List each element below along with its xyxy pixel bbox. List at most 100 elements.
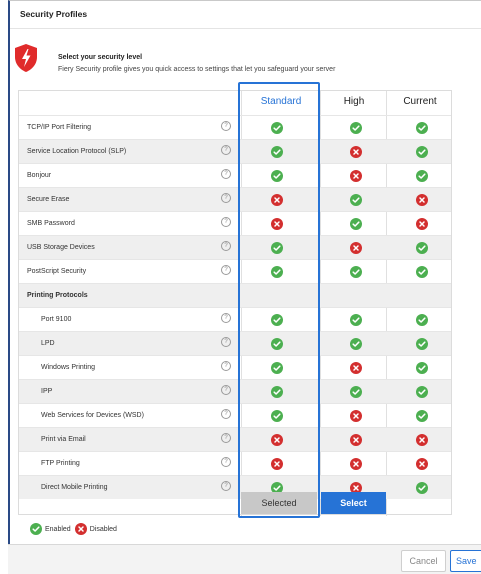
standard-status-cell bbox=[242, 332, 312, 356]
x-circle-icon bbox=[271, 458, 283, 470]
x-circle-icon bbox=[350, 410, 362, 422]
group-label: Printing Protocols bbox=[27, 292, 88, 299]
check-circle-icon bbox=[271, 170, 283, 182]
setting-label: Secure Erase bbox=[27, 196, 70, 203]
setting-label: Direct Mobile Printing bbox=[41, 484, 108, 491]
standard-status-cell bbox=[242, 404, 312, 428]
high-select-button[interactable]: Select bbox=[321, 492, 386, 514]
x-circle-icon bbox=[350, 362, 362, 374]
legend-disabled-label: Disabled bbox=[89, 525, 117, 533]
table-row: SMB Password? bbox=[19, 211, 451, 235]
table-row: PostScript Security? bbox=[19, 259, 451, 283]
setting-label: IPP bbox=[41, 388, 53, 395]
check-circle-icon bbox=[271, 122, 283, 134]
current-status-cell bbox=[387, 428, 457, 452]
intro-description: Fiery Security profile gives you quick a… bbox=[58, 66, 336, 73]
check-circle-icon bbox=[416, 242, 428, 254]
check-circle-icon bbox=[416, 170, 428, 182]
legend-enabled-label: Enabled bbox=[45, 525, 71, 533]
table-row: USB Storage Devices? bbox=[19, 235, 451, 259]
help-circle-icon[interactable]: ? bbox=[221, 409, 231, 419]
help-circle-icon[interactable]: ? bbox=[221, 169, 231, 179]
setting-label: Bonjour bbox=[27, 172, 52, 179]
help-circle-icon[interactable]: ? bbox=[221, 385, 231, 395]
current-status-cell bbox=[387, 164, 457, 188]
check-circle-icon bbox=[416, 482, 428, 494]
current-status-cell bbox=[387, 404, 457, 428]
x-circle-icon bbox=[350, 170, 362, 182]
high-status-cell bbox=[321, 164, 391, 188]
cancel-button[interactable]: Cancel bbox=[401, 550, 446, 572]
help-circle-icon[interactable]: ? bbox=[221, 265, 231, 275]
intro-section: Select your security level Fiery Securit… bbox=[14, 42, 473, 82]
setting-label: Port 9100 bbox=[41, 316, 72, 323]
help-circle-icon[interactable]: ? bbox=[221, 481, 231, 491]
high-status-cell bbox=[321, 452, 391, 476]
check-circle-icon bbox=[416, 410, 428, 422]
check-circle-icon bbox=[271, 410, 283, 422]
check-circle-icon bbox=[271, 386, 283, 398]
legend: Enabled Disabled bbox=[30, 522, 121, 536]
help-circle-icon[interactable]: ? bbox=[221, 193, 231, 203]
current-status-cell bbox=[387, 260, 457, 284]
standard-selected-button[interactable]: Selected bbox=[241, 492, 317, 514]
help-circle-icon[interactable]: ? bbox=[221, 337, 231, 347]
setting-label: Print via Email bbox=[41, 436, 86, 443]
check-circle-icon bbox=[416, 338, 428, 350]
table-group-row: Printing Protocols bbox=[19, 283, 451, 307]
x-circle-icon bbox=[416, 218, 428, 230]
check-circle-icon bbox=[271, 362, 283, 374]
x-circle-icon bbox=[271, 434, 283, 446]
table-row: Web Services for Devices (WSD)? bbox=[19, 403, 451, 427]
column-header-high[interactable]: High bbox=[321, 91, 387, 115]
standard-status-cell bbox=[242, 116, 312, 140]
help-circle-icon[interactable]: ? bbox=[221, 217, 231, 227]
help-circle-icon[interactable]: ? bbox=[221, 145, 231, 155]
table-row: Secure Erase? bbox=[19, 187, 451, 211]
column-header-standard[interactable]: Standard bbox=[242, 91, 320, 115]
current-status-cell bbox=[387, 380, 457, 404]
high-status-cell bbox=[321, 356, 391, 380]
standard-status-cell bbox=[242, 308, 312, 332]
x-circle-icon bbox=[350, 146, 362, 158]
high-status-cell bbox=[321, 212, 391, 236]
high-status-cell bbox=[321, 308, 391, 332]
check-circle-icon bbox=[350, 194, 362, 206]
standard-status-cell bbox=[242, 260, 312, 284]
help-circle-icon[interactable]: ? bbox=[221, 121, 231, 131]
help-circle-icon[interactable]: ? bbox=[221, 433, 231, 443]
table-row: Port 9100? bbox=[19, 307, 451, 331]
high-status-cell bbox=[321, 332, 391, 356]
check-circle-icon bbox=[416, 314, 428, 326]
help-circle-icon[interactable]: ? bbox=[221, 457, 231, 467]
help-circle-icon[interactable]: ? bbox=[221, 241, 231, 251]
help-circle-icon[interactable]: ? bbox=[221, 361, 231, 371]
check-circle-icon bbox=[30, 523, 42, 535]
setting-label: USB Storage Devices bbox=[27, 244, 95, 251]
check-circle-icon bbox=[416, 362, 428, 374]
x-circle-icon bbox=[271, 194, 283, 206]
standard-status-cell bbox=[242, 164, 312, 188]
save-button[interactable]: Save bbox=[450, 550, 481, 572]
current-status-cell bbox=[387, 188, 457, 212]
setting-label: FTP Printing bbox=[41, 460, 80, 467]
help-circle-icon[interactable]: ? bbox=[221, 313, 231, 323]
setting-label: LPD bbox=[41, 340, 55, 347]
high-status-cell bbox=[321, 404, 391, 428]
table-row: IPP? bbox=[19, 379, 451, 403]
table-row: Print via Email? bbox=[19, 427, 451, 451]
standard-status-cell bbox=[242, 188, 312, 212]
x-circle-icon bbox=[350, 242, 362, 254]
check-circle-icon bbox=[271, 314, 283, 326]
setting-label: SMB Password bbox=[27, 220, 75, 227]
current-status-cell bbox=[387, 476, 457, 500]
standard-status-cell bbox=[242, 212, 312, 236]
table-row: Windows Printing? bbox=[19, 355, 451, 379]
check-circle-icon bbox=[350, 338, 362, 350]
check-circle-icon bbox=[271, 146, 283, 158]
check-circle-icon bbox=[271, 338, 283, 350]
current-status-cell bbox=[387, 140, 457, 164]
x-circle-icon bbox=[416, 434, 428, 446]
x-circle-icon bbox=[416, 458, 428, 470]
standard-status-cell bbox=[242, 428, 312, 452]
